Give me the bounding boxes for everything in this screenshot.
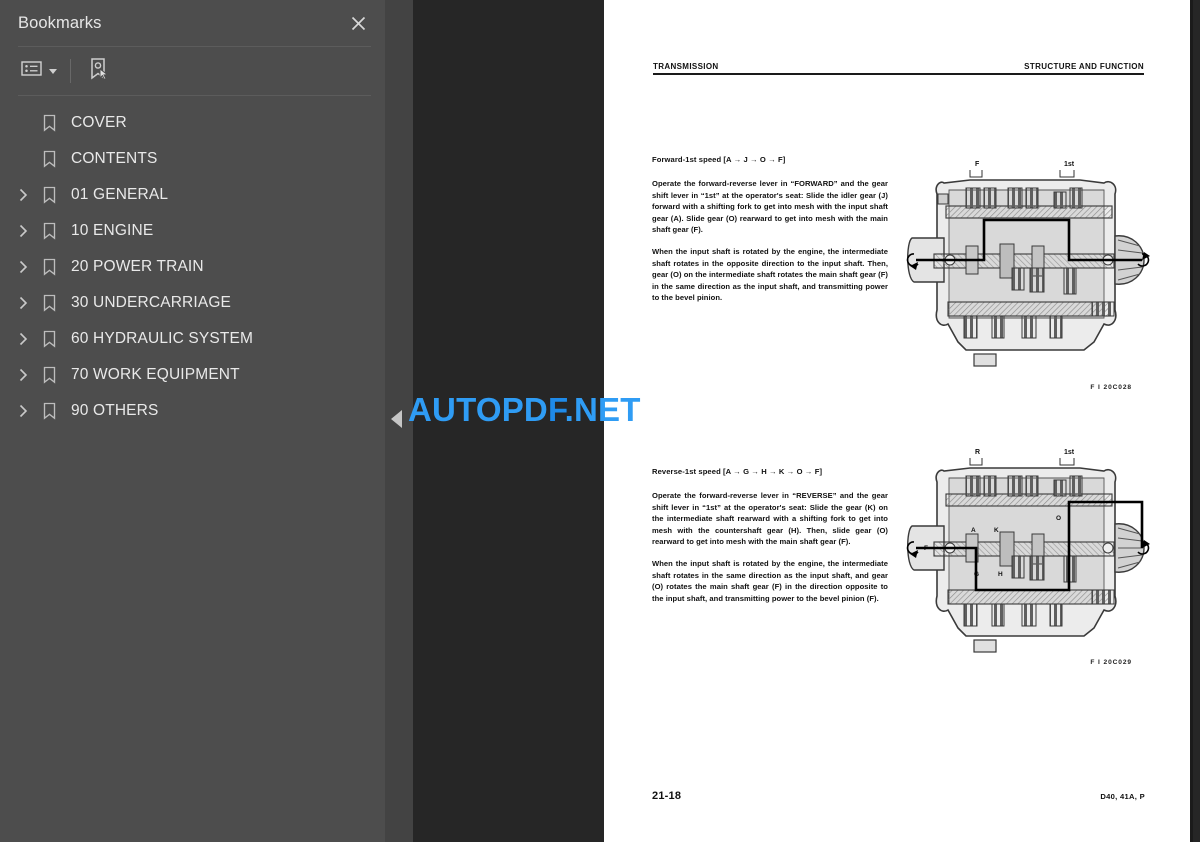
bookmark-item-01-general[interactable]: 01 GENERAL — [0, 177, 385, 213]
section-forward-1st-text: Forward-1st speed [A → J → O → F] Operat… — [652, 155, 888, 304]
model-designation: D40, 41A, P — [1100, 792, 1145, 801]
pdf-page-viewer[interactable]: TRANSMISSION STRUCTURE AND FUNCTION Forw… — [413, 0, 1200, 842]
figure-caption: F I 20C028 — [1090, 384, 1132, 391]
list-options-icon — [21, 60, 42, 82]
svg-text:K: K — [994, 527, 999, 534]
page-number: 21-18 — [652, 790, 682, 802]
bookmark-label: 01 GENERAL — [71, 186, 169, 203]
section-reverse-1st-text: Reverse-1st speed [A → G → H → K → O → F… — [652, 467, 888, 604]
svg-text:1st: 1st — [1064, 161, 1075, 168]
running-head-left: TRANSMISSION — [653, 62, 719, 71]
chevron-right-icon[interactable] — [12, 292, 34, 314]
new-bookmark-icon — [88, 57, 110, 86]
bookmark-icon — [36, 294, 62, 312]
section-paragraph: When the input shaft is rotated by the e… — [652, 558, 888, 603]
bookmark-item-contents[interactable]: CONTENTS — [0, 141, 385, 177]
section-paragraph: When the input shaft is rotated by the e… — [652, 246, 888, 303]
bookmark-label: 90 OTHERS — [71, 402, 159, 419]
bookmark-icon — [36, 258, 62, 276]
svg-text:F: F — [975, 161, 980, 168]
pdf-viewer-window: Bookmarks COVER CONTENTS 01 GENERAL 10 E… — [0, 0, 1200, 842]
bookmark-icon — [36, 150, 62, 168]
chevron-right-icon[interactable] — [12, 364, 34, 386]
close-icon[interactable] — [345, 10, 371, 36]
chevron-right-icon[interactable] — [12, 400, 34, 422]
document-footer: 21-18 D40, 41A, P — [652, 790, 1145, 802]
chevron-right-icon — [12, 148, 34, 170]
chevron-right-icon[interactable] — [12, 328, 34, 350]
new-bookmark-button[interactable] — [84, 53, 114, 90]
svg-text:R: R — [975, 449, 980, 456]
figure-reverse-1st: R 1st A K G H O F F I 20C029 — [904, 440, 1154, 666]
toolbar-separator — [70, 59, 71, 83]
bookmark-label: 60 HYDRAULIC SYSTEM — [71, 330, 254, 347]
bookmarks-panel-header: Bookmarks — [0, 0, 385, 46]
document-running-head: TRANSMISSION STRUCTURE AND FUNCTION — [653, 62, 1144, 76]
section-title: Reverse-1st speed [A → G → H → K → O → F… — [652, 467, 823, 476]
bookmark-item-30-undercarriage[interactable]: 30 UNDERCARRIAGE — [0, 285, 385, 321]
bookmark-item-90-others[interactable]: 90 OTHERS — [0, 393, 385, 429]
list-options-button[interactable] — [17, 56, 61, 86]
running-head-right: STRUCTURE AND FUNCTION — [1024, 62, 1144, 71]
bookmark-label: 30 UNDERCARRIAGE — [71, 294, 232, 311]
svg-text:O: O — [1056, 515, 1061, 522]
chevron-down-icon — [49, 68, 57, 74]
collapse-left-icon[interactable] — [391, 410, 402, 428]
bookmark-item-20-power-train[interactable]: 20 POWER TRAIN — [0, 249, 385, 285]
sidebar-divider[interactable] — [385, 0, 413, 842]
transmission-cross-section-diagram: R 1st A K G H O F — [906, 449, 1150, 653]
bookmark-label: 10 ENGINE — [71, 222, 154, 239]
bookmarks-sidebar: Bookmarks COVER CONTENTS 01 GENERAL 10 E… — [0, 0, 385, 842]
running-head-rule — [653, 73, 1144, 76]
transmission-cross-section-diagram: F 1st — [906, 161, 1150, 367]
bookmark-item-70-work-equipment[interactable]: 70 WORK EQUIPMENT — [0, 357, 385, 393]
bookmark-item-60-hydraulic-system[interactable]: 60 HYDRAULIC SYSTEM — [0, 321, 385, 357]
bookmark-item-10-engine[interactable]: 10 ENGINE — [0, 213, 385, 249]
svg-text:1st: 1st — [1064, 449, 1075, 456]
pdf-page: TRANSMISSION STRUCTURE AND FUNCTION Forw… — [604, 0, 1193, 842]
figure-caption: F I 20C029 — [1090, 659, 1132, 666]
chevron-right-icon[interactable] — [12, 256, 34, 278]
chevron-right-icon[interactable] — [12, 184, 34, 206]
bookmarks-list: COVER CONTENTS 01 GENERAL 10 ENGINE 20 P… — [0, 96, 385, 842]
bookmark-label: 20 POWER TRAIN — [71, 258, 204, 275]
bookmarks-toolbar — [0, 47, 385, 95]
chevron-right-icon — [12, 112, 34, 134]
section-title: Forward-1st speed [A → J → O → F] — [652, 155, 786, 164]
bookmark-item-cover[interactable]: COVER — [0, 105, 385, 141]
bookmark-label: CONTENTS — [71, 150, 158, 167]
bookmark-icon — [36, 402, 62, 420]
bookmark-icon — [36, 114, 62, 132]
chevron-right-icon[interactable] — [12, 220, 34, 242]
bookmark-icon — [36, 186, 62, 204]
bookmark-icon — [36, 222, 62, 240]
section-paragraph: Operate the forward-reverse lever in “RE… — [652, 491, 888, 547]
bookmark-label: COVER — [71, 114, 127, 131]
bookmark-icon — [36, 330, 62, 348]
section-paragraph: Operate the forward-reverse lever in “FO… — [652, 179, 888, 235]
svg-text:A: A — [971, 527, 976, 534]
figure-forward-1st: F 1st F I 20C028 — [904, 150, 1154, 391]
bookmarks-panel-title: Bookmarks — [18, 13, 102, 32]
svg-text:H: H — [998, 571, 1003, 578]
bookmark-label: 70 WORK EQUIPMENT — [71, 366, 240, 383]
bookmark-icon — [36, 366, 62, 384]
